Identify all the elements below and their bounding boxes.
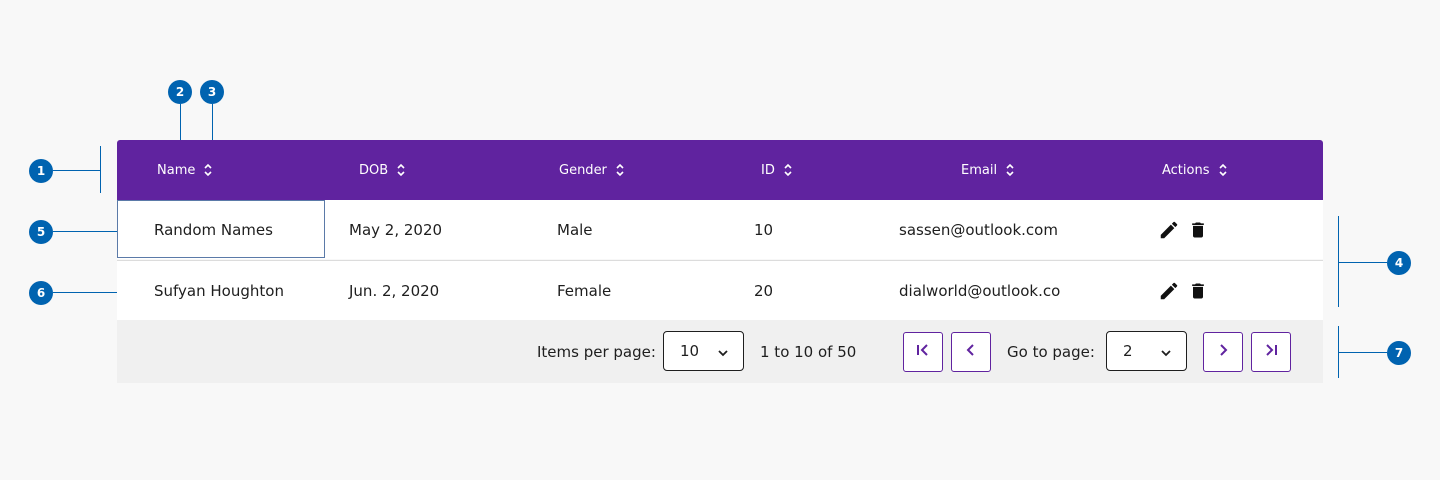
- sort-icon[interactable]: [1218, 162, 1228, 178]
- table-header: Name DOB Gender ID Email Actions: [117, 140, 1323, 200]
- annotation-marker-3: 3: [200, 80, 224, 104]
- annotation-marker-6: 6: [29, 281, 53, 305]
- sort-icon[interactable]: [396, 162, 406, 178]
- column-header-label: ID: [761, 162, 775, 178]
- column-header-label: Actions: [1162, 162, 1210, 178]
- cell-name[interactable]: Sufyan Houghton: [154, 261, 284, 320]
- annotation-marker-2: 2: [168, 80, 192, 104]
- annotation-bracket-1: [100, 146, 101, 193]
- column-header-actions[interactable]: Actions: [1162, 140, 1228, 200]
- edit-icon[interactable]: [1158, 280, 1180, 302]
- previous-page-button[interactable]: [951, 332, 991, 372]
- cell-actions: [1158, 200, 1208, 259]
- next-page-icon: [1215, 342, 1231, 362]
- items-per-page-value: 10: [680, 342, 700, 360]
- annotation-bracket-4: [1338, 216, 1339, 307]
- annotation-line-7: [1338, 352, 1387, 353]
- first-page-button[interactable]: [903, 332, 943, 372]
- annotation-bracket-7: [1338, 326, 1339, 378]
- cell-dob[interactable]: Jun. 2, 2020: [349, 261, 439, 320]
- sort-icon[interactable]: [615, 162, 625, 178]
- chevron-down-icon: [717, 345, 729, 363]
- delete-icon[interactable]: [1188, 280, 1208, 302]
- column-header-label: Name: [157, 162, 196, 178]
- go-to-page-select[interactable]: 2: [1106, 331, 1187, 371]
- table-row: Random Names May 2, 2020 Male 10 sassen@…: [117, 200, 1323, 259]
- first-page-icon: [915, 342, 931, 362]
- edit-icon[interactable]: [1158, 219, 1180, 241]
- cell-dob[interactable]: May 2, 2020: [349, 200, 442, 259]
- sort-icon[interactable]: [783, 162, 793, 178]
- column-header-gender[interactable]: Gender: [559, 140, 625, 200]
- items-per-page-label: Items per page:: [537, 342, 656, 361]
- annotation-line-1: [53, 170, 100, 171]
- items-per-page-select[interactable]: 10: [663, 331, 744, 371]
- annotation-line-4: [1338, 262, 1387, 263]
- cell-email[interactable]: dialworld@outlook.co: [899, 261, 1060, 320]
- column-header-label: Email: [961, 162, 998, 178]
- annotation-marker-5: 5: [29, 220, 53, 244]
- last-page-icon: [1263, 342, 1279, 362]
- cell-gender[interactable]: Female: [557, 261, 611, 320]
- cell-id[interactable]: 10: [754, 200, 773, 259]
- cell-email[interactable]: sassen@outlook.com: [899, 200, 1058, 259]
- go-to-page-label: Go to page:: [1007, 342, 1095, 361]
- column-header-label: DOB: [359, 162, 389, 178]
- pagination-bar: Items per page: 10 1 to 10 of 50 Go to p…: [117, 320, 1323, 383]
- column-header-id[interactable]: ID: [761, 140, 793, 200]
- annotation-marker-7: 7: [1387, 341, 1411, 365]
- annotation-marker-1: 1: [29, 159, 53, 183]
- last-page-button[interactable]: [1251, 332, 1291, 372]
- column-header-email[interactable]: Email: [961, 140, 1015, 200]
- column-header-label: Gender: [559, 162, 607, 178]
- annotation-line-2: [180, 104, 181, 140]
- cell-actions: [1158, 261, 1208, 320]
- page-range-text: 1 to 10 of 50: [760, 342, 857, 361]
- previous-page-icon: [963, 342, 979, 362]
- sort-icon[interactable]: [1005, 162, 1015, 178]
- chevron-down-icon: [1160, 345, 1172, 363]
- sort-icon[interactable]: [203, 162, 213, 178]
- annotation-line-5: [53, 231, 117, 232]
- column-header-name[interactable]: Name: [157, 140, 213, 200]
- cell-name[interactable]: Random Names: [154, 200, 273, 259]
- table-row: Sufyan Houghton Jun. 2, 2020 Female 20 d…: [117, 260, 1323, 320]
- delete-icon[interactable]: [1188, 219, 1208, 241]
- go-to-page-value: 2: [1123, 342, 1133, 360]
- cell-id[interactable]: 20: [754, 261, 773, 320]
- next-page-button[interactable]: [1203, 332, 1243, 372]
- annotation-marker-4: 4: [1387, 251, 1411, 275]
- cell-gender[interactable]: Male: [557, 200, 593, 259]
- column-header-dob[interactable]: DOB: [359, 140, 406, 200]
